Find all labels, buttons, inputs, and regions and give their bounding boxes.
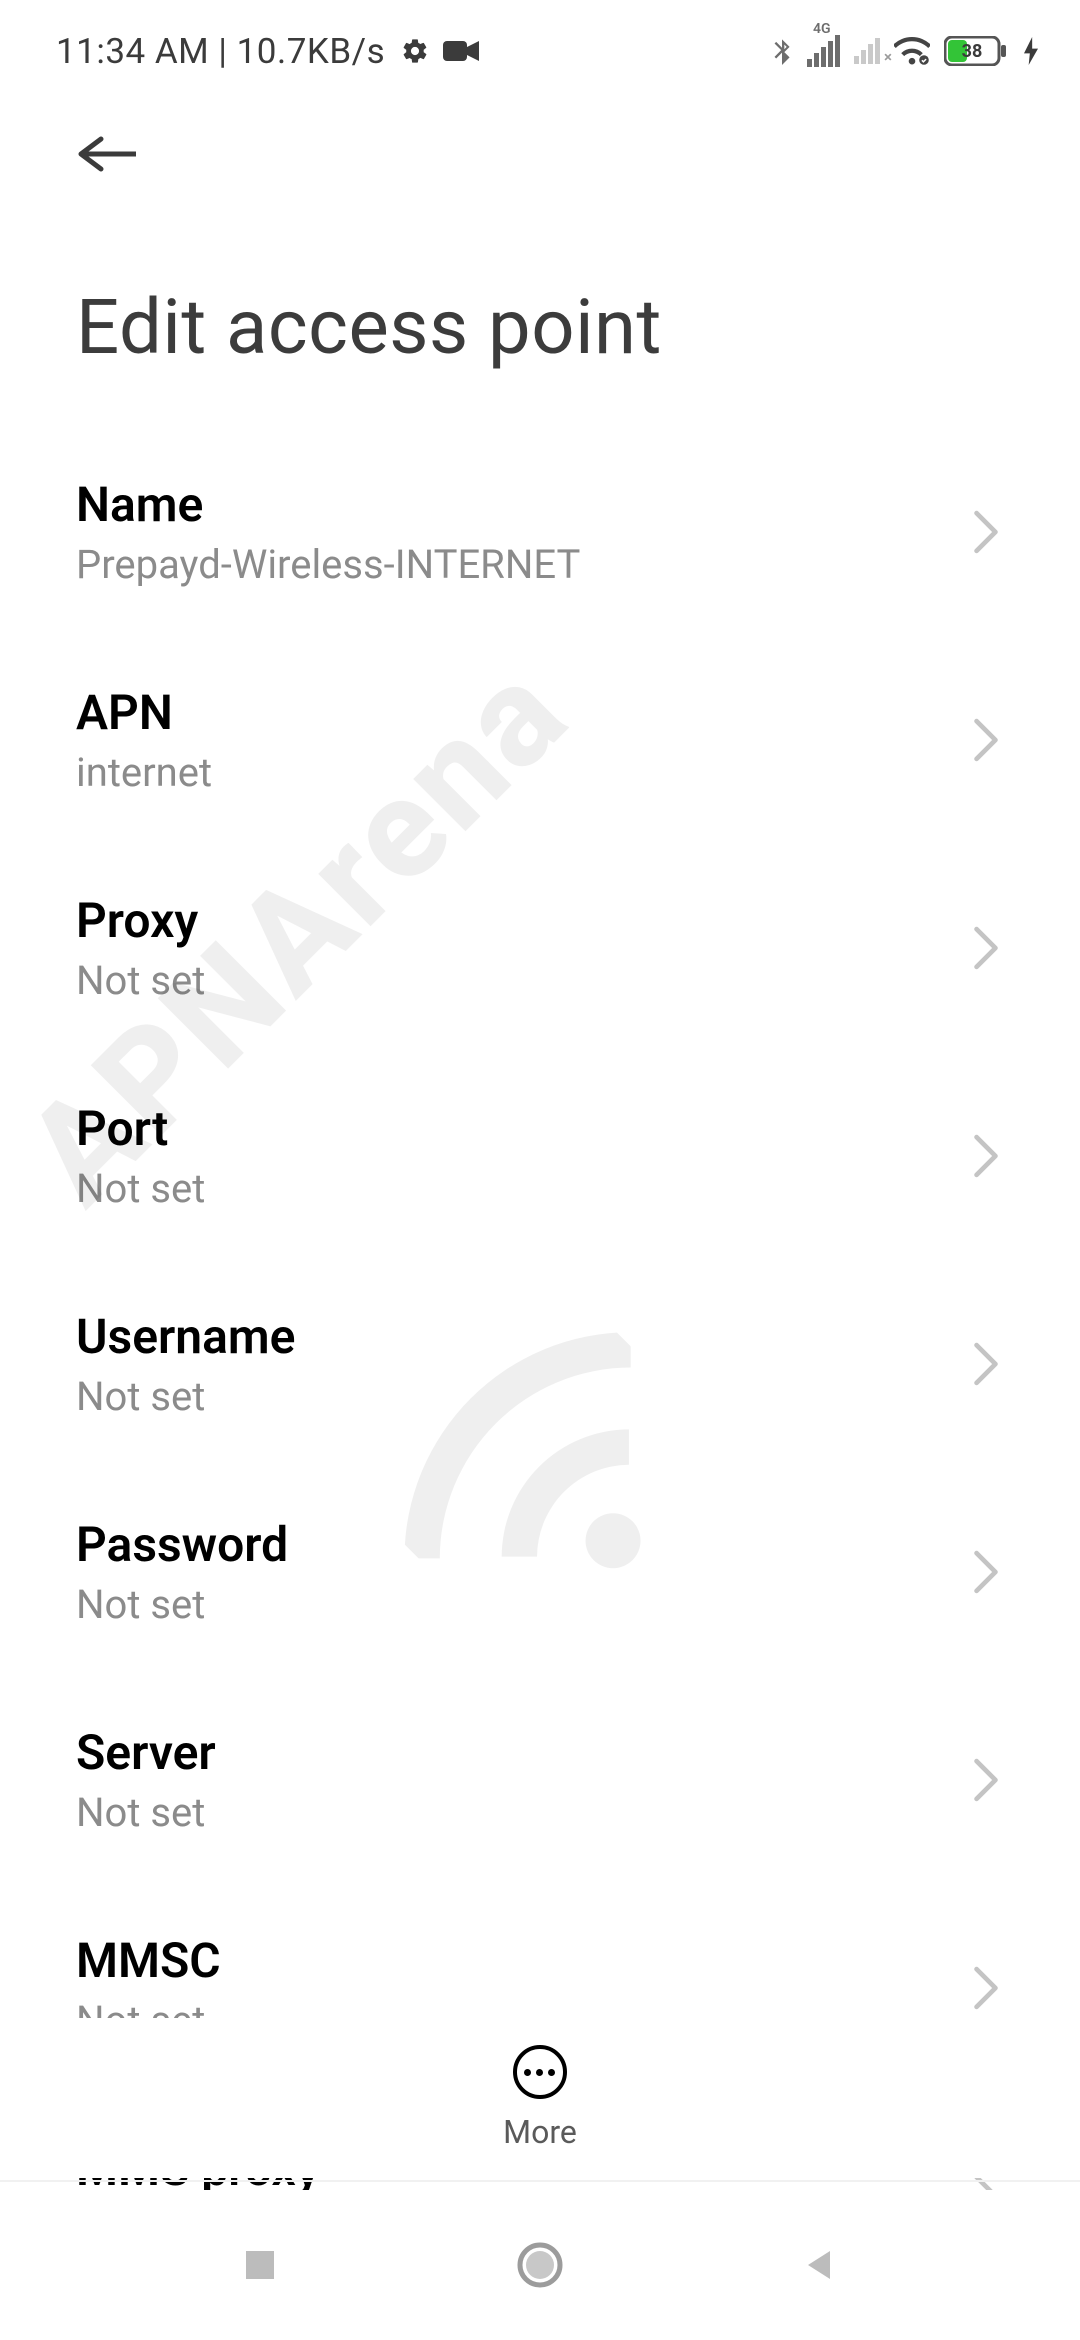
- row-name[interactable]: Name Prepayd-Wireless-INTERNET: [76, 428, 1004, 636]
- battery-percent-text: 38: [962, 41, 983, 62]
- triangle-left-icon: [800, 2245, 840, 2285]
- divider: [0, 2180, 1080, 2182]
- chevron-right-icon: [972, 1758, 1000, 1802]
- video-camera-icon: [443, 39, 479, 63]
- row-value: Prepayd-Wireless-INTERNET: [76, 541, 580, 588]
- more-button[interactable]: More: [503, 2045, 577, 2151]
- chevron-right-icon: [972, 1134, 1000, 1178]
- chevron-right-icon: [972, 1550, 1000, 1594]
- status-time: 11:34 AM | 10.7KB/s: [56, 31, 385, 72]
- row-label: Proxy: [76, 892, 205, 949]
- back-button[interactable]: [76, 122, 140, 186]
- bottom-action-bar: More: [0, 2018, 1080, 2178]
- more-label: More: [503, 2113, 577, 2151]
- row-value: Not set: [76, 1581, 288, 1628]
- row-apn[interactable]: APN internet: [76, 636, 1004, 844]
- row-username[interactable]: Username Not set: [76, 1260, 1004, 1468]
- chevron-right-icon: [972, 1342, 1000, 1386]
- row-label: Server: [76, 1724, 216, 1781]
- row-port[interactable]: Port Not set: [76, 1052, 1004, 1260]
- row-label: MMSC: [76, 1932, 221, 1989]
- cellular-signal-none-icon: ×: [854, 38, 880, 64]
- square-icon: [240, 2245, 280, 2285]
- page-title: Edit access point: [76, 282, 1004, 372]
- row-value: Not set: [76, 1789, 216, 1836]
- bluetooth-icon: [771, 37, 793, 65]
- row-proxy[interactable]: Proxy Not set: [76, 844, 1004, 1052]
- circle-icon: [516, 2241, 564, 2289]
- status-bar: 11:34 AM | 10.7KB/s 4G: [0, 0, 1080, 86]
- row-value: Not set: [76, 957, 205, 1004]
- nav-home-button[interactable]: [500, 2225, 580, 2305]
- row-label: APN: [76, 684, 212, 741]
- row-label: Username: [76, 1308, 295, 1365]
- chevron-right-icon: [972, 510, 1000, 554]
- more-icon: [513, 2045, 567, 2099]
- row-label: Port: [76, 1100, 205, 1157]
- row-label: Name: [76, 476, 580, 533]
- chevron-right-icon: [972, 926, 1000, 970]
- cellular-signal-4g-icon: 4G: [807, 35, 840, 67]
- row-value: Not set: [76, 1373, 295, 1420]
- row-value: internet: [76, 749, 212, 796]
- settings-gear-icon: [401, 37, 429, 65]
- wifi-icon: [894, 37, 930, 65]
- arrow-left-icon: [76, 134, 136, 174]
- chevron-right-icon: [972, 1966, 1000, 2010]
- row-label: Password: [76, 1516, 288, 1573]
- navigation-bar: [0, 2190, 1080, 2340]
- chevron-right-icon: [972, 718, 1000, 762]
- nav-back-button[interactable]: [780, 2225, 860, 2305]
- row-server[interactable]: Server Not set: [76, 1676, 1004, 1884]
- charging-bolt-icon: [1022, 37, 1040, 65]
- row-value: Not set: [76, 1165, 205, 1212]
- nav-recents-button[interactable]: [220, 2225, 300, 2305]
- row-password[interactable]: Password Not set: [76, 1468, 1004, 1676]
- battery-icon: 38: [944, 36, 1008, 66]
